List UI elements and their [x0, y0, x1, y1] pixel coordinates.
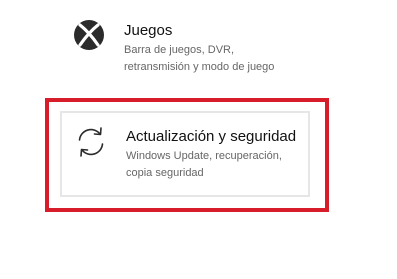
tile-description: Barra de juegos, DVR, retransmisión y mo… — [124, 42, 304, 76]
tile-description-line: Barra de juegos, DVR, — [124, 44, 235, 56]
tile-description-line: Windows Update, recuperación, — [126, 150, 282, 162]
xbox-icon — [74, 20, 104, 50]
tile-title: Juegos — [124, 22, 173, 39]
tile-description-line: retransmisión y modo de juego — [124, 61, 275, 73]
sync-arrows-icon — [78, 127, 104, 157]
settings-tile-juegos[interactable]: Juegos Barra de juegos, DVR, retransmisi… — [60, 6, 310, 92]
tile-description: Windows Update, recuperación, copia segu… — [126, 148, 306, 182]
settings-tile-actualizacion-seguridad[interactable]: Actualización y seguridad Windows Update… — [60, 111, 310, 197]
tile-title: Actualización y seguridad — [126, 128, 297, 145]
tile-description-line: copia seguridad — [126, 167, 204, 179]
